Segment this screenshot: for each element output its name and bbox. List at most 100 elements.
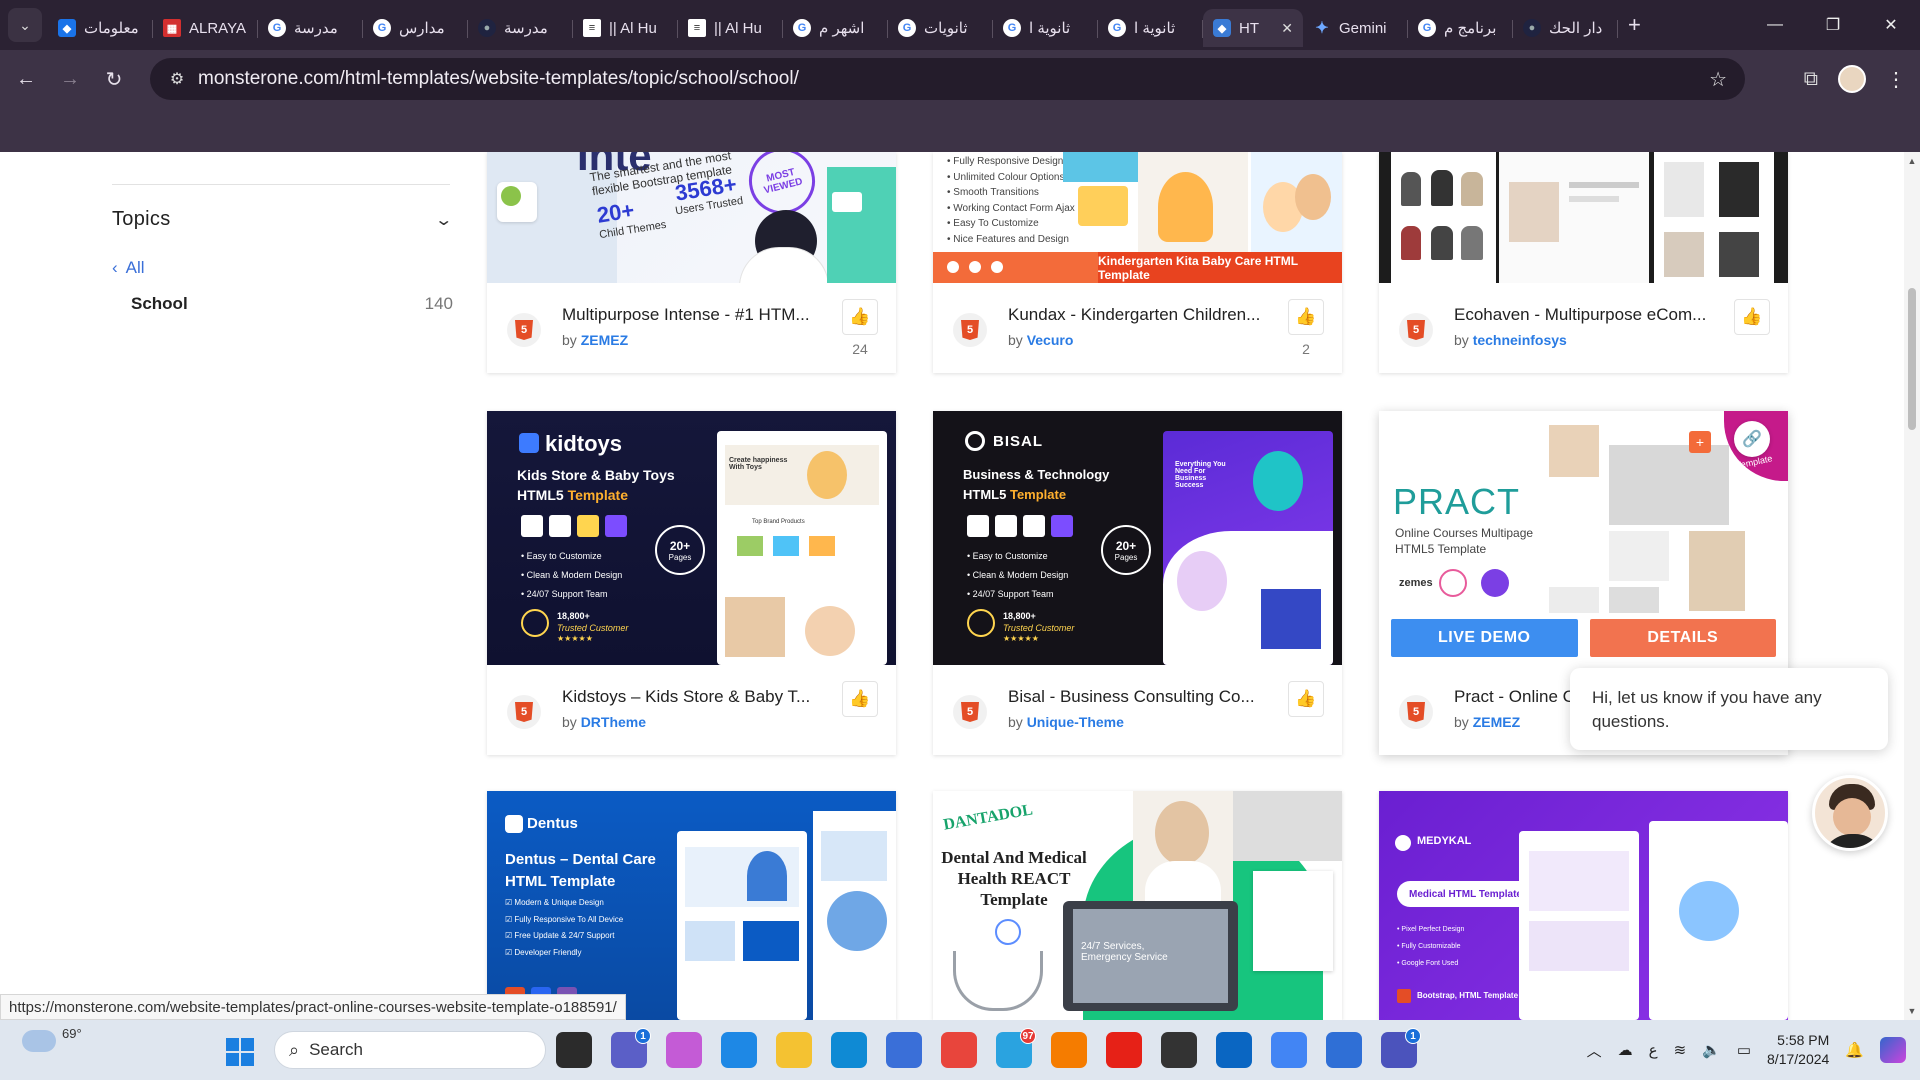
template-card[interactable]: kidtoys Kids Store & Baby Toys HTML5 Tem… [487, 411, 896, 755]
template-card[interactable]: Dentus Dentus – Dental Care HTML Templat… [487, 791, 896, 1020]
author-link[interactable]: Vecuro [1027, 332, 1074, 348]
card-title[interactable]: Kidstoys – Kids Store & Baby T... [562, 687, 827, 707]
chevron-up-icon[interactable]: ︿ [1587, 1040, 1602, 1061]
chat-avatar-button[interactable] [1812, 775, 1888, 851]
profile-avatar[interactable] [1838, 65, 1866, 93]
template-card[interactable]: BISAL Business & Technology HTML5 Templa… [933, 411, 1342, 755]
browser-tab[interactable]: G مدارس [363, 9, 468, 47]
browser-tab[interactable]: ✦ Gemini [1303, 9, 1408, 47]
chevron-down-icon[interactable]: ⌄ [434, 210, 453, 230]
windows-start-icon[interactable] [226, 1038, 254, 1066]
chat-popup[interactable]: Hi, let us know if you have any question… [1570, 668, 1888, 750]
battery-icon[interactable]: ▭ [1737, 1041, 1751, 1059]
minimize-button[interactable]: — [1746, 0, 1804, 50]
topics-header[interactable]: Topics ⌄ [112, 208, 453, 231]
author-link[interactable]: ZEMEZ [1473, 714, 1520, 730]
browser-tab[interactable]: G مدرسة [258, 9, 363, 47]
template-thumbnail[interactable]: kidtoys Kids Store & Baby Toys HTML5 Tem… [487, 411, 896, 665]
vscode-icon[interactable] [721, 1032, 757, 1068]
browser-tab[interactable]: ≡ || Al Hu [573, 9, 678, 47]
extensions-icon[interactable]: ⧉ [1804, 68, 1818, 91]
copilot-tray-icon[interactable] [1880, 1037, 1906, 1063]
cart-icon[interactable]: + [1689, 431, 1711, 453]
template-thumbnail[interactable]: BISAL Business & Technology HTML5 Templa… [933, 411, 1342, 665]
browser-tab[interactable]: G برنامج م [1408, 9, 1513, 47]
author-link[interactable]: DRTheme [581, 714, 646, 730]
weather-widget[interactable]: 69° [22, 1026, 82, 1052]
tab-search-button[interactable]: ⌄ [8, 8, 42, 42]
scroll-down-arrow[interactable]: ▼ [1906, 1006, 1918, 1016]
telegram-icon[interactable]: 97 [996, 1028, 1036, 1068]
scrollbar-thumb[interactable] [1908, 288, 1916, 430]
card-title[interactable]: Kundax - Kindergarten Children... [1008, 305, 1273, 325]
new-tab-button[interactable]: + [1628, 12, 1641, 38]
close-tab-icon[interactable]: ✕ [1281, 20, 1293, 37]
translate-icon[interactable] [1271, 1032, 1307, 1068]
browser-tab[interactable]: G ثانويات [888, 9, 993, 47]
browser-tab[interactable]: G ثانوية ا [993, 9, 1098, 47]
language-indicator[interactable]: ع [1649, 1041, 1658, 1059]
template-thumbnail[interactable] [1379, 152, 1788, 283]
teams-classic-icon[interactable]: 1 [1381, 1028, 1421, 1068]
link-icon[interactable]: 🔗 [1734, 421, 1770, 457]
browser-tab[interactable]: ◆ معلومات [48, 9, 153, 47]
like-button[interactable]: 👍 [842, 299, 878, 335]
copilot-icon[interactable] [666, 1032, 702, 1068]
template-thumbnail[interactable]: DANTADOL Dental And Medical Health REACT… [933, 791, 1342, 1020]
taskbar-search[interactable]: ⌕ Search [274, 1031, 546, 1069]
live-demo-button[interactable]: LIVE DEMO [1391, 619, 1578, 657]
author-link[interactable]: ZEMEZ [581, 332, 628, 348]
card-title[interactable]: Ecohaven - Multipurpose eCom... [1454, 305, 1719, 325]
search-app-icon[interactable] [1051, 1032, 1087, 1068]
clock[interactable]: 5:58 PM 8/17/2024 [1767, 1031, 1829, 1069]
bookmark-star-icon[interactable]: ☆ [1709, 67, 1727, 92]
author-link[interactable]: Unique-Theme [1027, 714, 1124, 730]
template-thumbnail[interactable]: PRACT Online Courses Multipage HTML5 Tem… [1379, 411, 1788, 665]
template-card[interactable]: Inte The smartest and the most flexible … [487, 152, 896, 373]
store-icon[interactable] [886, 1032, 922, 1068]
template-thumbnail[interactable]: MEDYKAL Medical HTML Template • Pixel Pe… [1379, 791, 1788, 1020]
topic-item-school[interactable]: School 140 [131, 294, 453, 314]
like-button[interactable]: 👍 [1288, 299, 1324, 335]
template-card[interactable]: DANTADOL Dental And Medical Health REACT… [933, 791, 1342, 1020]
browser-tab[interactable]: ◆ HT ✕ [1203, 9, 1303, 47]
linkedin-icon[interactable] [1216, 1032, 1252, 1068]
edge-icon[interactable] [831, 1032, 867, 1068]
browser-tab[interactable]: ● مدرسة [468, 9, 573, 47]
wifi-icon[interactable]: ≋ [1674, 1041, 1687, 1059]
page-scrollbar[interactable]: ▲ ▼ [1904, 152, 1920, 1020]
browser-tab[interactable]: G اشهر م [783, 9, 888, 47]
site-info-icon[interactable]: ⚙ [160, 69, 194, 89]
notification-bell-icon[interactable]: 🔔 [1845, 1041, 1864, 1059]
like-button[interactable]: 👍 [1734, 299, 1770, 335]
browser-tab[interactable]: ● دار الحك [1513, 9, 1618, 47]
back-button[interactable]: ← [8, 61, 44, 97]
template-thumbnail[interactable]: • Fully Responsive Design • Unlimited Col… [933, 152, 1342, 283]
author-link[interactable]: techneinfosys [1473, 332, 1567, 348]
browser-menu-icon[interactable]: ⋮ [1886, 67, 1906, 92]
like-button[interactable]: 👍 [842, 681, 878, 717]
restore-button[interactable]: ❐ [1804, 0, 1862, 50]
scroll-up-arrow[interactable]: ▲ [1906, 156, 1918, 166]
omnibox[interactable]: ⚙ monsterone.com/html-templates/website-… [150, 58, 1745, 100]
file-explorer-icon[interactable] [776, 1032, 812, 1068]
onedrive-icon[interactable]: ☁ [1618, 1041, 1633, 1059]
nav-app-icon[interactable] [1326, 1032, 1362, 1068]
like-button[interactable]: 👍 [1288, 681, 1324, 717]
teams-icon[interactable]: 1 [611, 1028, 651, 1068]
template-thumbnail[interactable]: Dentus Dentus – Dental Care HTML Templat… [487, 791, 896, 1020]
task-view-icon[interactable] [556, 1032, 592, 1068]
template-thumbnail[interactable]: Inte The smartest and the most flexible … [487, 152, 896, 283]
card-title[interactable]: Bisal - Business Consulting Co... [1008, 687, 1273, 707]
youtube-icon[interactable] [1106, 1032, 1142, 1068]
browser-tab[interactable]: ▦ ALRAYA [153, 9, 258, 47]
browser-tab[interactable]: G ثانوية ا [1098, 9, 1203, 47]
url-text[interactable]: monsterone.com/html-templates/website-te… [198, 68, 799, 90]
volume-icon[interactable]: 🔈 [1702, 1041, 1721, 1059]
browser-tab[interactable]: ≡ || Al Hu [678, 9, 783, 47]
details-button[interactable]: DETAILS [1589, 619, 1776, 657]
template-card[interactable]: • Fully Responsive Design • Unlimited Col… [933, 152, 1342, 373]
reload-button[interactable]: ↻ [96, 61, 132, 97]
forward-button[interactable]: → [52, 61, 88, 97]
template-card[interactable]: MEDYKAL Medical HTML Template • Pixel Pe… [1379, 791, 1788, 1020]
